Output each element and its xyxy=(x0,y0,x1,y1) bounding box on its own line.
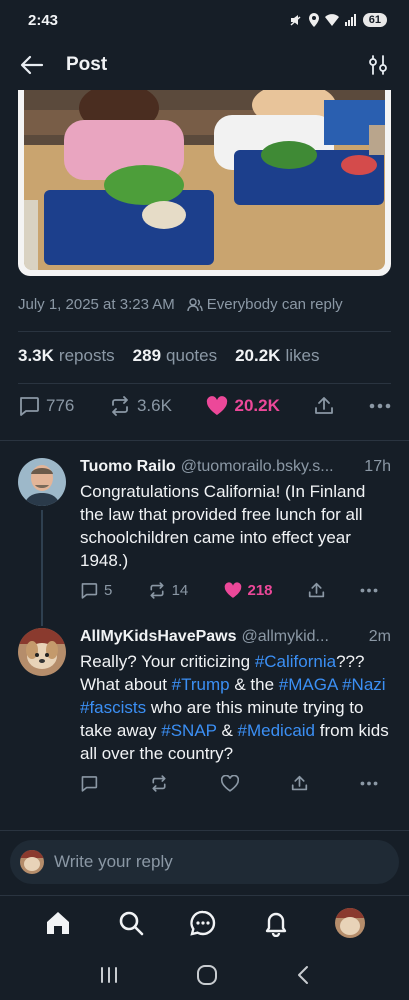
people-icon xyxy=(187,297,203,311)
post-date: July 1, 2025 at 3:23 AM xyxy=(18,296,175,313)
back-chevron-icon[interactable] xyxy=(296,965,310,985)
hashtag-link[interactable]: #fascists xyxy=(80,698,146,717)
divider xyxy=(0,440,409,441)
mute-icon xyxy=(290,15,301,26)
notifications-bell-icon[interactable] xyxy=(262,909,290,937)
reply-item[interactable]: Tuomo Railo @tuomorailo.bsky.s... 17h Co… xyxy=(18,458,391,626)
battery-indicator: 61 xyxy=(362,13,387,27)
comment-icon xyxy=(81,776,98,792)
like-button[interactable]: 20.2K xyxy=(206,396,280,416)
hashtag-link[interactable]: #California xyxy=(255,652,336,671)
hashtag-link[interactable]: #Trump xyxy=(172,675,230,694)
hashtag-link[interactable]: #Medicaid xyxy=(238,721,316,740)
author-handle[interactable]: @tuomorailo.bsky.s... xyxy=(181,458,359,476)
share-icon xyxy=(308,582,324,598)
post-meta: July 1, 2025 at 3:23 AM Everybody can re… xyxy=(18,296,343,313)
status-time: 2:43 xyxy=(28,11,59,29)
like-button[interactable]: 218 xyxy=(224,582,273,599)
more-options-button[interactable] xyxy=(360,588,378,593)
reply-text: Really? Your criticizing #California??? … xyxy=(80,652,389,763)
more-horizontal-icon xyxy=(360,781,378,786)
share-button[interactable] xyxy=(314,396,334,416)
more-options-button[interactable] xyxy=(369,403,391,409)
likes-count-link[interactable]: 20.2K likes xyxy=(235,346,319,366)
comment-icon xyxy=(20,397,39,416)
reply-body: Tuomo Railo @tuomorailo.bsky.s... 17h Co… xyxy=(80,458,391,599)
reply-button[interactable]: 776 xyxy=(18,396,74,416)
wifi-icon xyxy=(324,14,339,26)
home-circle-icon[interactable] xyxy=(196,964,218,986)
location-icon xyxy=(308,13,319,27)
quotes-count-link[interactable]: 289 quotes xyxy=(133,346,217,366)
share-icon xyxy=(315,397,334,414)
status-bar: 2:43 61 xyxy=(0,0,409,40)
repost-button[interactable] xyxy=(150,775,168,792)
hashtag-link[interactable]: #Nazi xyxy=(342,675,385,694)
reply-actions xyxy=(80,775,378,792)
header: Post xyxy=(0,40,409,90)
search-icon[interactable] xyxy=(117,909,145,937)
hashtag-link[interactable]: #SNAP xyxy=(161,721,216,740)
chat-icon[interactable] xyxy=(189,909,217,937)
share-button[interactable] xyxy=(308,582,325,599)
reply-button[interactable]: 5 xyxy=(80,582,112,599)
heart-filled-icon xyxy=(224,582,241,598)
author-name[interactable]: AllMyKidsHavePaws xyxy=(80,628,237,646)
reply-item[interactable]: AllMyKidsHavePaws @allmykid... 2m Really… xyxy=(18,628,391,823)
back-arrow-icon[interactable] xyxy=(20,55,44,75)
more-options-button[interactable] xyxy=(360,781,378,786)
reply-placeholder: Write your reply xyxy=(54,852,173,871)
repost-icon xyxy=(152,775,166,792)
reply-time: 2m xyxy=(368,628,391,645)
heart-icon xyxy=(220,775,239,792)
signal-icon xyxy=(344,14,356,26)
thread-line xyxy=(41,510,43,626)
reply-button[interactable] xyxy=(80,775,98,792)
reply-actions: 5 14 218 xyxy=(80,582,378,599)
author-name[interactable]: Tuomo Railo xyxy=(80,458,176,476)
comment-icon xyxy=(81,583,98,599)
divider xyxy=(18,383,391,384)
author-handle[interactable]: @allmykid... xyxy=(242,628,363,646)
avatar[interactable] xyxy=(18,628,66,676)
post-counts: 3.3K reposts 289 quotes 20.2K likes xyxy=(18,346,319,366)
more-horizontal-icon xyxy=(360,588,378,593)
bottom-nav xyxy=(0,895,409,950)
share-button[interactable] xyxy=(291,775,308,792)
post-actions: 776 3.6K 20.2K xyxy=(18,396,391,416)
reply-setting[interactable]: Everybody can reply xyxy=(207,296,343,313)
page-title: Post xyxy=(66,54,108,75)
divider xyxy=(18,331,391,332)
my-avatar xyxy=(20,850,44,874)
thread-settings-icon[interactable] xyxy=(367,54,389,76)
like-button[interactable] xyxy=(220,775,239,792)
profile-avatar[interactable] xyxy=(334,908,365,938)
reposts-count-link[interactable]: 3.3K reposts xyxy=(18,346,115,366)
avatar[interactable] xyxy=(18,458,66,506)
hashtag-link[interactable]: #MAGA xyxy=(279,675,338,694)
heart-filled-icon xyxy=(207,396,228,415)
post-image-frame[interactable] xyxy=(18,90,391,276)
system-nav-bar xyxy=(0,950,409,1000)
repost-icon xyxy=(150,582,164,599)
reply-body: AllMyKidsHavePaws @allmykid... 2m Really… xyxy=(80,628,391,792)
divider xyxy=(0,830,409,831)
reply-time: 17h xyxy=(364,458,391,475)
reply-header: Tuomo Railo @tuomorailo.bsky.s... 17h xyxy=(80,458,391,476)
status-icons: 61 xyxy=(289,13,387,27)
home-icon[interactable] xyxy=(44,909,72,937)
post-image[interactable] xyxy=(24,90,385,270)
more-horizontal-icon xyxy=(369,403,391,409)
repost-button[interactable]: 14 xyxy=(148,582,188,599)
reply-header: AllMyKidsHavePaws @allmykid... 2m xyxy=(80,628,391,646)
reply-composer[interactable]: Write your reply xyxy=(10,840,399,884)
repost-icon xyxy=(112,396,128,416)
recent-apps-icon[interactable] xyxy=(99,966,119,984)
reply-text: Congratulations California! (In Finland … xyxy=(80,482,366,570)
share-icon xyxy=(291,775,307,791)
repost-button[interactable]: 3.6K xyxy=(109,396,172,416)
